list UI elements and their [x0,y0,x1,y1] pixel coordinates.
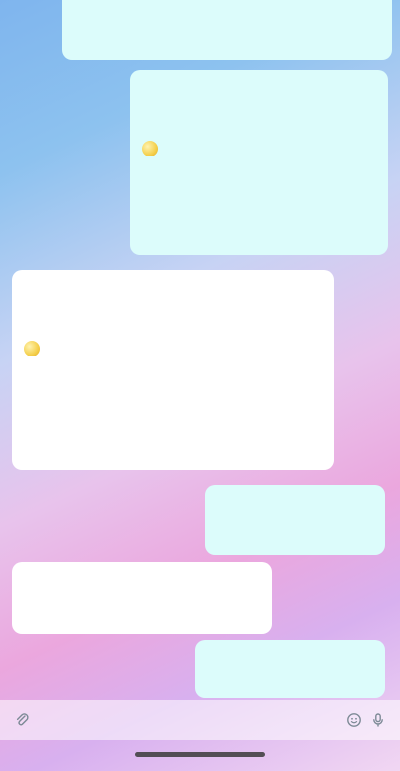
message-text [74,30,380,46]
attach-icon-glyph [16,713,29,726]
message-text [142,120,376,136]
message-text [142,100,376,116]
message-composer [0,700,400,740]
message-text [217,495,373,511]
message-text [207,690,373,698]
smile-emoji-icon [24,340,40,356]
message-text [24,280,322,296]
message-text [207,650,373,666]
message-text [142,160,376,176]
microphone-icon-glyph [373,713,383,727]
message-text [24,320,322,336]
message-text [142,180,376,196]
message-text [217,515,373,531]
message-bubble-outgoing[interactable] [205,485,385,555]
message-text [142,220,376,236]
message-text [24,572,260,588]
message-text [24,380,322,396]
sticker-icon-glyph [347,713,361,727]
message-bubble-incoming[interactable] [12,270,334,470]
message-text [207,670,373,686]
message-text [24,612,260,628]
sticker-icon[interactable] [342,708,366,732]
smile-emoji-icon [142,140,158,156]
message-bubble-outgoing[interactable] [62,0,392,60]
message-text [24,360,322,376]
home-indicator[interactable] [135,752,265,757]
message-text [24,400,322,416]
microphone-icon[interactable] [366,708,390,732]
attach-icon[interactable] [10,708,34,732]
message-bubble-incoming[interactable] [12,562,272,634]
message-bubble-outgoing[interactable] [130,70,388,255]
message-text [24,340,322,356]
message-input[interactable] [42,706,334,734]
message-bubble-outgoing[interactable] [195,640,385,698]
message-text [217,535,373,551]
message-text [142,200,376,216]
message-text [74,10,380,26]
message-text [24,420,322,436]
message-text [24,592,260,608]
message-text [24,300,322,316]
message-text [142,80,376,96]
message-text [142,140,376,156]
